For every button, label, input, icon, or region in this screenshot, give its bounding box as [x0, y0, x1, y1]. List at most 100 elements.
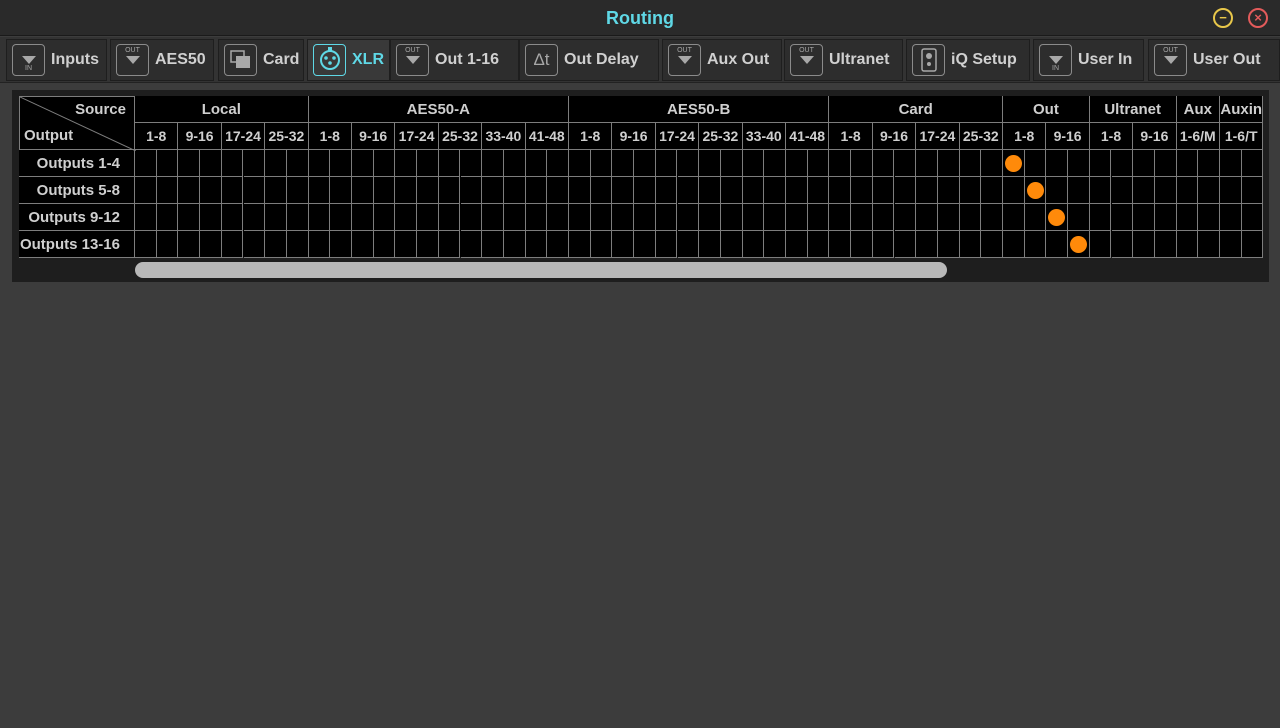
routing-cell[interactable]	[1176, 231, 1199, 258]
routing-cell[interactable]	[1024, 204, 1047, 231]
routing-cell[interactable]	[308, 204, 331, 231]
routing-cell[interactable]	[438, 231, 461, 258]
routing-cell[interactable]	[937, 177, 960, 204]
routing-cell[interactable]	[655, 204, 678, 231]
source-column-header[interactable]: 17-24	[221, 123, 266, 150]
routing-cell[interactable]	[1198, 150, 1220, 177]
routing-cell[interactable]	[330, 177, 352, 204]
routing-cell[interactable]	[655, 177, 678, 204]
routing-cell[interactable]	[1111, 204, 1134, 231]
source-column-header[interactable]: 25-32	[959, 123, 1003, 150]
routing-cell[interactable]	[482, 204, 504, 231]
routing-cell[interactable]	[221, 231, 244, 258]
routing-cell[interactable]	[525, 204, 548, 231]
routing-cell[interactable]	[547, 204, 569, 231]
source-column-header[interactable]: 1-8	[135, 123, 179, 150]
source-column-header[interactable]: 9-16	[1133, 123, 1177, 150]
routing-cell[interactable]	[764, 177, 786, 204]
tab-user-out[interactable]: OUT User Out	[1148, 39, 1280, 81]
routing-cell[interactable]	[590, 231, 613, 258]
routing-cell[interactable]	[352, 177, 374, 204]
routing-cell[interactable]	[395, 231, 418, 258]
source-column-header[interactable]: 9-16	[178, 123, 222, 150]
source-column-header[interactable]: 41-48	[786, 123, 830, 150]
routing-cell[interactable]	[308, 231, 331, 258]
source-group-header[interactable]: Aux	[1176, 96, 1220, 123]
routing-cell[interactable]	[156, 231, 179, 258]
source-column-header[interactable]: 17-24	[395, 123, 439, 150]
routing-cell[interactable]	[1154, 204, 1177, 231]
routing-cell[interactable]	[634, 150, 656, 177]
routing-cell[interactable]	[330, 204, 352, 231]
routing-cell[interactable]	[1046, 177, 1069, 204]
source-group-header[interactable]: Auxin	[1220, 96, 1264, 123]
routing-cell[interactable]	[1003, 204, 1025, 231]
routing-cell[interactable]	[200, 231, 222, 258]
source-column-header[interactable]: 9-16	[352, 123, 396, 150]
routing-cell[interactable]	[786, 177, 808, 204]
routing-cell[interactable]	[1046, 231, 1069, 258]
routing-cell[interactable]	[265, 204, 287, 231]
routing-cell[interactable]	[677, 150, 700, 177]
routing-cell[interactable]	[286, 177, 309, 204]
tab-out-delay[interactable]: Δt Out Delay	[519, 39, 659, 81]
routing-cell[interactable]	[720, 231, 743, 258]
routing-cell[interactable]	[503, 231, 526, 258]
routing-cell-active[interactable]	[1003, 150, 1025, 177]
routing-cell[interactable]	[1220, 231, 1242, 258]
source-group-header[interactable]: AES50-B	[569, 96, 830, 123]
source-column-header[interactable]: 1-8	[1003, 123, 1047, 150]
routing-cell[interactable]	[1133, 177, 1155, 204]
routing-cell[interactable]	[699, 177, 721, 204]
source-column-header[interactable]: 9-16	[872, 123, 917, 150]
routing-cell[interactable]	[916, 204, 938, 231]
routing-cell[interactable]	[417, 231, 439, 258]
routing-cell[interactable]	[308, 177, 331, 204]
routing-cell[interactable]	[1068, 150, 1090, 177]
routing-cell[interactable]	[851, 231, 873, 258]
source-column-header[interactable]: 1-8	[1089, 123, 1134, 150]
routing-cell[interactable]	[525, 177, 548, 204]
routing-cell[interactable]	[916, 231, 938, 258]
routing-cell[interactable]	[764, 150, 786, 177]
routing-cell[interactable]	[872, 177, 895, 204]
routing-cell[interactable]	[894, 231, 917, 258]
routing-cell[interactable]	[395, 150, 418, 177]
source-column-header[interactable]: 17-24	[655, 123, 700, 150]
routing-cell[interactable]	[959, 231, 982, 258]
source-group-header[interactable]: Card	[829, 96, 1003, 123]
source-column-header[interactable]: 1-6/M	[1176, 123, 1220, 150]
routing-cell[interactable]	[699, 231, 721, 258]
routing-cell[interactable]	[525, 150, 548, 177]
routing-cell[interactable]	[1241, 204, 1264, 231]
routing-cell[interactable]	[742, 177, 765, 204]
routing-cell-active[interactable]	[1024, 177, 1047, 204]
routing-cell[interactable]	[829, 231, 852, 258]
source-column-header[interactable]: 25-32	[438, 123, 483, 150]
routing-cell[interactable]	[525, 231, 548, 258]
routing-cell[interactable]	[677, 204, 700, 231]
routing-cell[interactable]	[395, 204, 418, 231]
routing-cell[interactable]	[286, 204, 309, 231]
routing-cell[interactable]	[503, 204, 526, 231]
routing-cell[interactable]	[612, 231, 635, 258]
routing-cell[interactable]	[265, 150, 287, 177]
routing-cell[interactable]	[807, 150, 830, 177]
routing-cell[interactable]	[135, 204, 157, 231]
routing-cell[interactable]	[1111, 177, 1134, 204]
routing-cell[interactable]	[286, 150, 309, 177]
routing-cell[interactable]	[981, 231, 1003, 258]
source-column-header[interactable]: 9-16	[612, 123, 656, 150]
routing-cell[interactable]	[569, 177, 591, 204]
source-column-header[interactable]: 25-32	[699, 123, 743, 150]
routing-cell[interactable]	[352, 204, 374, 231]
tab-card[interactable]: Card	[218, 39, 304, 81]
routing-cell[interactable]	[720, 204, 743, 231]
routing-cell[interactable]	[937, 204, 960, 231]
routing-cell[interactable]	[438, 204, 461, 231]
routing-cell[interactable]	[786, 204, 808, 231]
source-column-header[interactable]: 9-16	[1046, 123, 1090, 150]
routing-cell[interactable]	[438, 177, 461, 204]
routing-cell[interactable]	[829, 150, 852, 177]
routing-cell[interactable]	[286, 231, 309, 258]
